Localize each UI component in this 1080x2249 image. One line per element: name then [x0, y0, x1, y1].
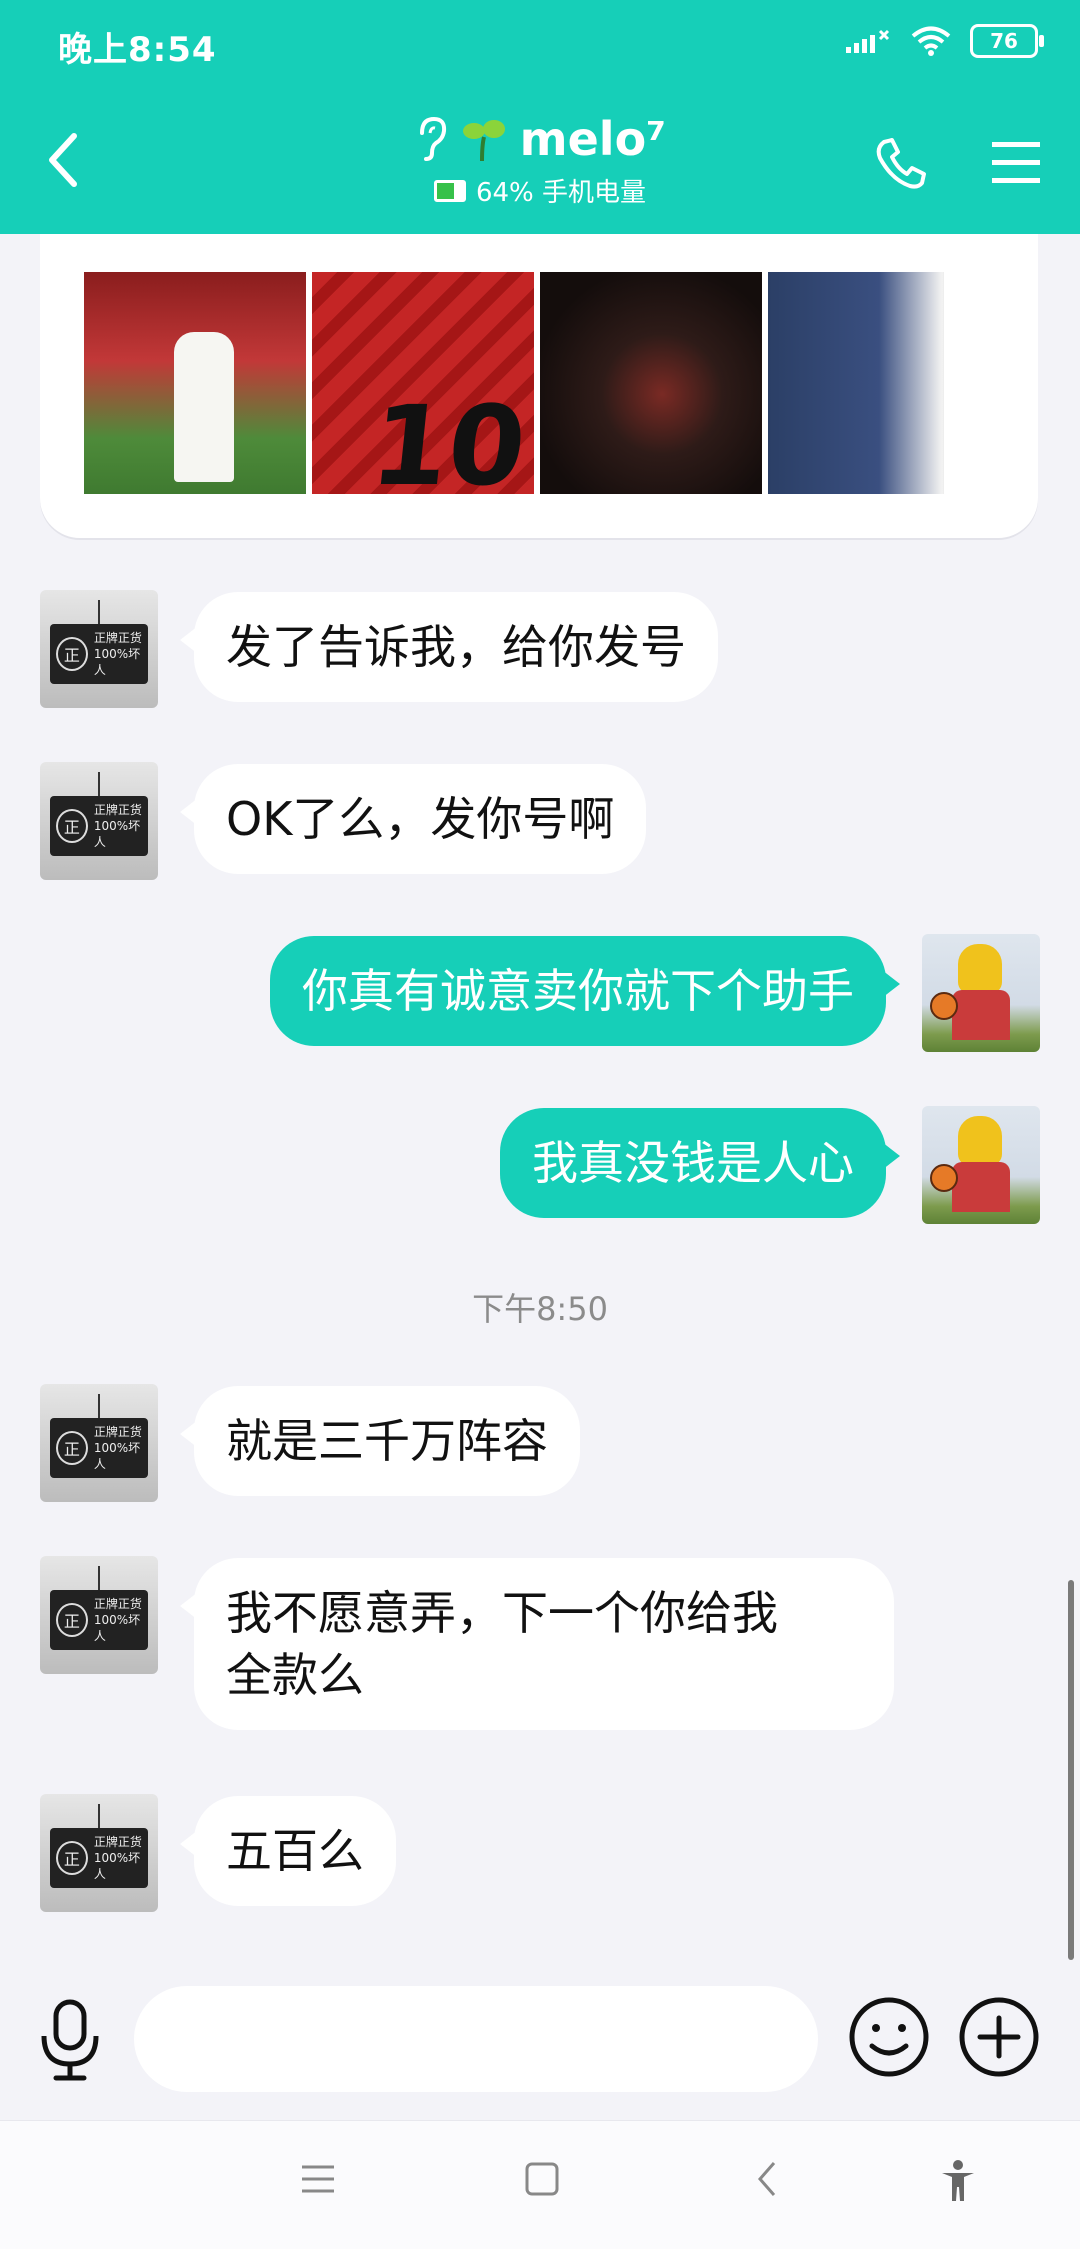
avatar-sign-glyph: 正	[56, 1603, 88, 1637]
contact-avatar[interactable]: 正正牌正货 100%坏人	[40, 1384, 158, 1502]
photo-thumbnail[interactable]	[84, 272, 306, 494]
phone-icon[interactable]	[872, 136, 928, 192]
message-bubble-incoming[interactable]: OK了么，发你号啊	[179, 764, 647, 874]
message-timestamp: 下午8:50	[472, 1290, 608, 1328]
status-time: 晚上8:54	[58, 30, 217, 70]
avatar-sign-line1: 正牌正货	[93, 1835, 142, 1849]
avatar-sign-glyph: 正	[56, 809, 88, 843]
my-avatar[interactable]	[922, 934, 1040, 1052]
wifi-icon	[911, 26, 951, 56]
emoji-icon[interactable]	[848, 1996, 930, 2078]
nav-home-icon[interactable]	[522, 2159, 562, 2199]
battery-status-text: 64% 手机电量	[475, 178, 647, 208]
avatar-sign-glyph: 正	[56, 1841, 88, 1875]
message-bubble-outgoing[interactable]: 我真没钱是人心	[500, 1108, 900, 1218]
avatar-sign-line1: 正牌正货	[93, 803, 142, 817]
microphone-icon[interactable]	[34, 1998, 106, 2084]
photo-thumbnail[interactable]	[540, 272, 762, 494]
contact-avatar[interactable]: 正正牌正货 100%坏人	[40, 1794, 158, 1912]
plus-icon[interactable]	[958, 1996, 1040, 2078]
avatar-sign-line1: 正牌正货	[93, 1597, 142, 1611]
signal-icon	[846, 29, 890, 53]
message-input[interactable]	[134, 1986, 818, 2092]
photo-thumbnail[interactable]: 10	[312, 272, 534, 494]
ear-icon	[419, 116, 446, 161]
jersey-number: 10	[365, 382, 532, 494]
avatar-sign-line1: 正牌正货	[93, 1425, 142, 1439]
scrollbar[interactable]	[1068, 1580, 1074, 1960]
photo-strip: 10	[84, 272, 990, 494]
status-icons: 76	[844, 24, 1044, 58]
avatar-sign-glyph: 正	[56, 1431, 88, 1465]
avatar-sign-glyph: 正	[56, 637, 88, 671]
avatar-sign-line2: 100%坏人	[93, 647, 141, 677]
message-bubble-incoming[interactable]: 就是三千万阵容	[180, 1386, 580, 1496]
avatar-sign-line1: 正牌正货	[93, 631, 142, 645]
avatar-sign-line2: 100%坏人	[93, 1613, 141, 1643]
sprout-icon	[462, 120, 505, 162]
photo-thumbnail[interactable]	[768, 272, 990, 494]
message-bubble-outgoing[interactable]: 你真有诚意卖你就下个助手	[270, 936, 900, 1046]
system-navigation-bar	[0, 2120, 1080, 2249]
nav-back-icon[interactable]	[748, 2159, 788, 2199]
battery-level: 76	[990, 29, 1018, 53]
menu-icon[interactable]	[990, 140, 1042, 186]
chat-title: melo⁷	[519, 112, 667, 166]
avatar-sign-line2: 100%坏人	[93, 1441, 141, 1471]
nav-menu-icon[interactable]	[298, 2159, 338, 2199]
input-bar	[0, 1960, 1080, 2120]
shared-photos-card[interactable]: 10	[40, 234, 1038, 538]
accessibility-icon[interactable]	[938, 2159, 978, 2203]
message-bubble-incoming[interactable]: 五百么	[180, 1796, 396, 1906]
contact-avatar[interactable]: 正正牌正货 100%坏人	[40, 1556, 158, 1674]
contact-avatar[interactable]: 正正牌正货 100%坏人	[40, 590, 158, 708]
contact-avatar[interactable]: 正正牌正货 100%坏人	[40, 762, 158, 880]
avatar-sign-line2: 100%坏人	[93, 1851, 141, 1881]
chat-header: 晚上8:54 76 melo⁷ 64% 手机电量	[0, 0, 1080, 234]
message-bubble-incoming[interactable]: 发了告诉我，给你发号	[180, 592, 718, 702]
mini-battery-icon	[433, 179, 466, 202]
avatar-sign-line2: 100%坏人	[93, 819, 141, 849]
battery-icon: 76	[970, 24, 1044, 58]
my-avatar[interactable]	[922, 1106, 1040, 1224]
message-bubble-incoming[interactable]: 我不愿意弄，下一个你给我 全款么	[180, 1558, 894, 1730]
